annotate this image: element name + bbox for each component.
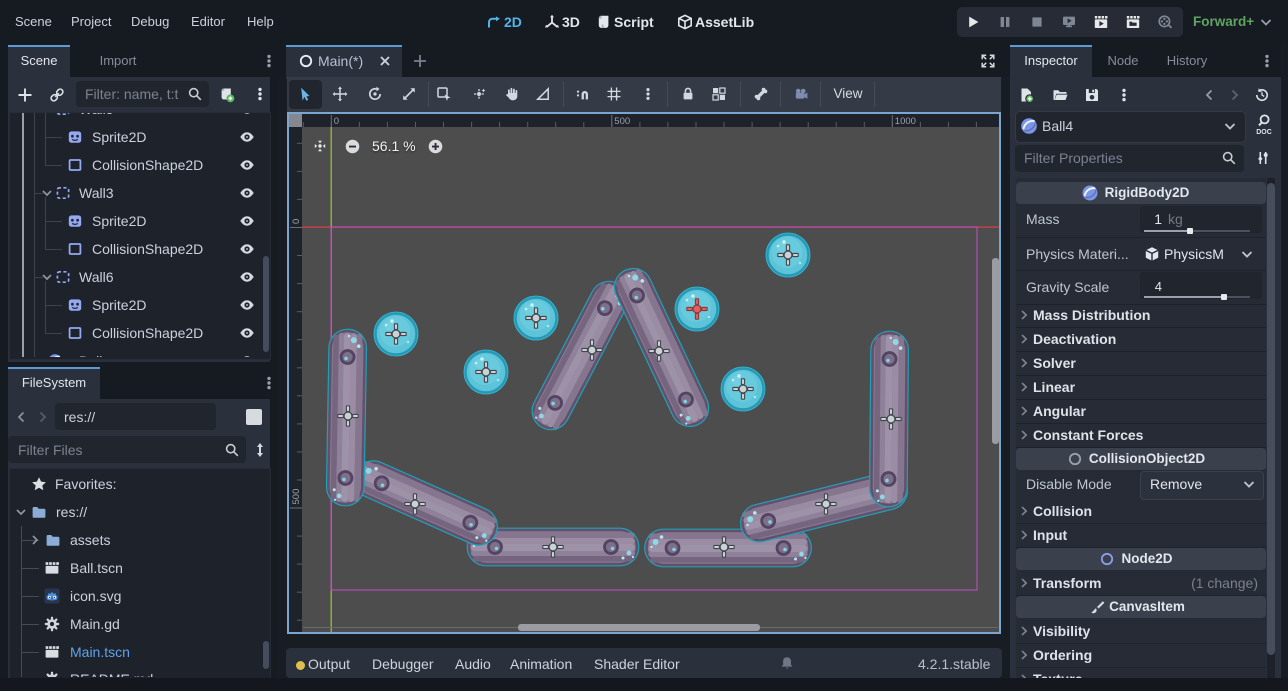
- svg-text:0: 0: [334, 116, 339, 127]
- svg-text:500: 500: [614, 116, 630, 127]
- svg-text:1000: 1000: [895, 116, 916, 127]
- svg-text:0: 0: [291, 219, 302, 224]
- svg-text:DOC: DOC: [1256, 129, 1272, 135]
- svg-text:500: 500: [291, 489, 302, 505]
